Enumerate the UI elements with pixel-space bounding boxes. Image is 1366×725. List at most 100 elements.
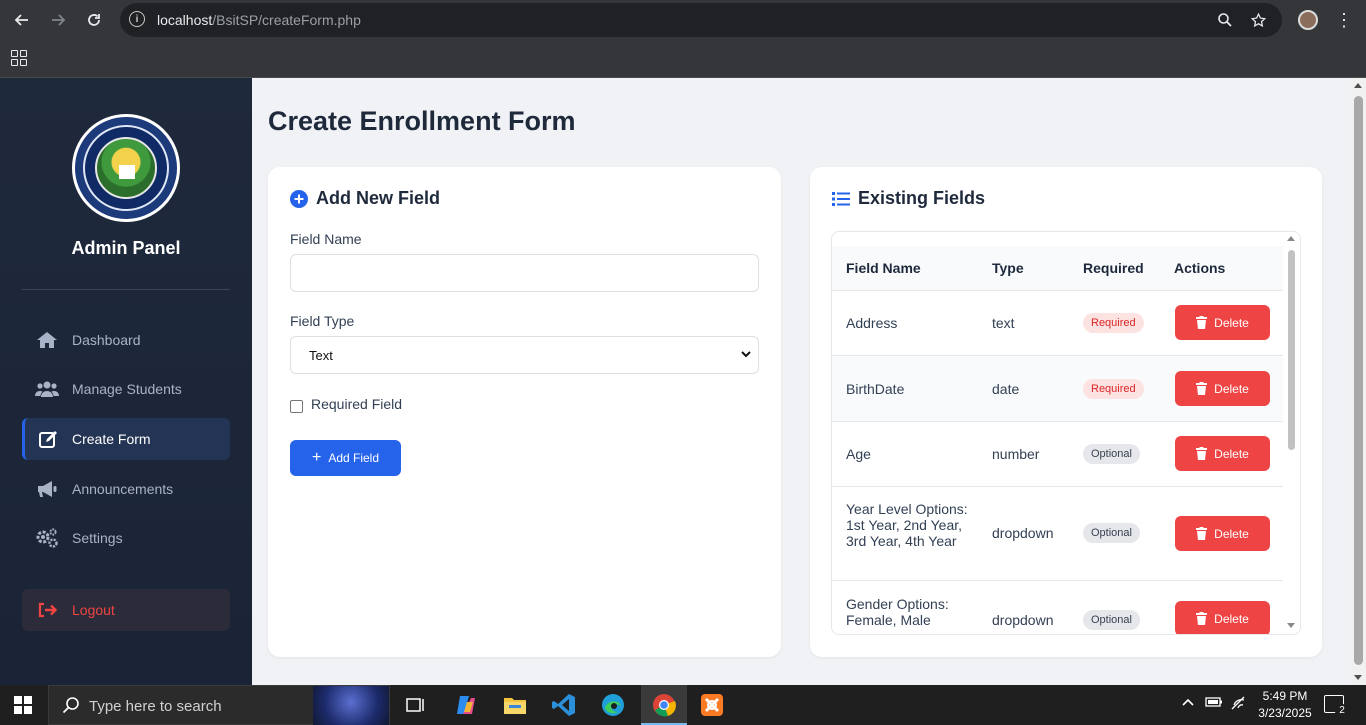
tray-chevron-up-icon[interactable] bbox=[1181, 695, 1195, 710]
status-badge: Optional bbox=[1083, 444, 1140, 464]
url-text[interactable]: localhost/BsitSP/createForm.php bbox=[157, 12, 361, 28]
delete-button-label: Delete bbox=[1214, 526, 1249, 541]
delete-button[interactable]: Delete bbox=[1175, 516, 1270, 551]
forward-icon[interactable] bbox=[46, 8, 70, 32]
add-field-button-label: Add Field bbox=[328, 451, 380, 465]
menu-kebab-icon[interactable]: ⋮ bbox=[1334, 8, 1354, 32]
page-scrollbar-thumb[interactable] bbox=[1354, 96, 1363, 665]
megaphone-icon bbox=[22, 480, 72, 498]
field-name-cell: Gender Options: Female, Male bbox=[846, 596, 949, 628]
sidebar-item-label: Dashboard bbox=[72, 332, 141, 348]
logout-button[interactable]: Logout bbox=[22, 589, 230, 631]
field-type-value: Text bbox=[309, 347, 333, 363]
delete-button[interactable]: Delete bbox=[1175, 436, 1270, 471]
sidebar-item-settings[interactable]: Settings bbox=[22, 517, 230, 559]
status-badge: Required bbox=[1083, 313, 1144, 333]
system-clock[interactable]: 5:49 PM 3/23/2025 bbox=[1254, 688, 1316, 722]
required-checkbox-label: Required Field bbox=[311, 396, 403, 412]
vscode-icon[interactable] bbox=[550, 691, 578, 719]
delete-button[interactable]: Delete bbox=[1175, 601, 1270, 634]
home-icon bbox=[22, 331, 72, 349]
back-icon[interactable] bbox=[10, 8, 34, 32]
list-icon bbox=[832, 191, 850, 207]
column-header: Required bbox=[1083, 260, 1144, 276]
chrome-icon[interactable] bbox=[650, 691, 678, 719]
required-checkbox[interactable] bbox=[290, 400, 303, 413]
add-field-button[interactable]: + Add Field bbox=[290, 440, 401, 476]
field-name-cell: BirthDate bbox=[846, 381, 905, 397]
battery-icon[interactable] bbox=[1203, 695, 1223, 712]
delete-button-label: Delete bbox=[1214, 315, 1249, 330]
delete-button[interactable]: Delete bbox=[1175, 371, 1270, 406]
table-row: BirthDate date Required Delete bbox=[832, 356, 1285, 422]
sidebar-item-label: Announcements bbox=[72, 481, 174, 497]
file-explorer-icon[interactable] bbox=[501, 691, 529, 719]
chevron-down-icon bbox=[740, 348, 752, 363]
edge-icon[interactable] bbox=[599, 691, 627, 719]
search-icon bbox=[61, 695, 81, 720]
existing-fields-heading: Existing Fields bbox=[832, 188, 985, 209]
search-highlight-image bbox=[313, 686, 389, 725]
bookmark-star-icon[interactable] bbox=[1248, 10, 1268, 30]
delete-button-label: Delete bbox=[1214, 611, 1249, 626]
plus-icon: + bbox=[311, 449, 322, 466]
field-name-cell: Address bbox=[846, 315, 898, 331]
field-type-cell: date bbox=[992, 381, 1020, 397]
zoom-icon[interactable] bbox=[1215, 10, 1235, 30]
delete-button-label: Delete bbox=[1214, 381, 1249, 396]
existing-fields-heading-text: Existing Fields bbox=[858, 188, 986, 208]
sidebar-item-dashboard[interactable]: Dashboard bbox=[22, 319, 230, 361]
site-info-icon[interactable]: i bbox=[129, 11, 145, 27]
fields-table-container[interactable]: Field Name Type Required Actions Address… bbox=[831, 231, 1301, 635]
field-type-select[interactable]: Text bbox=[290, 336, 759, 374]
profile-avatar[interactable] bbox=[1298, 10, 1318, 30]
sidebar-item-label: Create Form bbox=[72, 431, 151, 447]
sidebar-item-manage-students[interactable]: Manage Students bbox=[22, 368, 230, 410]
add-field-card: Add New Field Field Name Field Type Text… bbox=[268, 167, 781, 657]
trash-icon bbox=[1196, 447, 1208, 460]
notification-count: 2 bbox=[1335, 704, 1349, 718]
column-header: Type bbox=[992, 260, 1024, 276]
taskbar-search[interactable]: Type here to search bbox=[48, 685, 390, 725]
copilot-icon[interactable] bbox=[452, 691, 480, 719]
table-scrollbar[interactable] bbox=[1283, 232, 1300, 634]
field-type-cell: dropdown bbox=[992, 525, 1054, 541]
column-header: Field Name bbox=[846, 260, 921, 276]
sidebar: Admin Panel Dashboard Manage Students Cr… bbox=[0, 78, 252, 685]
page-title: Create Enrollment Form bbox=[268, 106, 576, 136]
edit-icon bbox=[25, 430, 72, 448]
task-view-icon[interactable] bbox=[402, 691, 430, 719]
existing-fields-card: Existing Fields Field Name Type Required… bbox=[810, 167, 1322, 657]
delete-button[interactable]: Delete bbox=[1175, 305, 1270, 340]
address-bar[interactable]: i localhost/BsitSP/createForm.php bbox=[120, 3, 1282, 37]
windows-taskbar: Type here to search 5:49 PM 3/23/2025 2 bbox=[0, 685, 1366, 725]
field-type-cell: text bbox=[992, 315, 1015, 331]
fields-table: Field Name Type Required Actions Address… bbox=[832, 246, 1285, 634]
sidebar-item-create-form[interactable]: Create Form bbox=[22, 418, 230, 460]
field-name-cell: Age bbox=[846, 446, 871, 462]
field-name-input[interactable] bbox=[290, 254, 759, 292]
apps-grid-icon[interactable] bbox=[11, 50, 27, 66]
add-field-heading: Add New Field bbox=[290, 188, 440, 209]
trash-icon bbox=[1196, 527, 1208, 540]
logout-label: Logout bbox=[72, 602, 115, 618]
sidebar-item-announcements[interactable]: Announcements bbox=[22, 468, 230, 510]
wifi-icon[interactable] bbox=[1230, 695, 1248, 714]
table-row: Age number Optional Delete bbox=[832, 422, 1285, 487]
xampp-icon[interactable] bbox=[698, 691, 726, 719]
field-type-cell: number bbox=[992, 446, 1040, 462]
status-badge: Required bbox=[1083, 379, 1144, 399]
table-scrollbar-thumb[interactable] bbox=[1288, 250, 1295, 450]
plus-circle-icon bbox=[290, 189, 308, 208]
sidebar-divider bbox=[22, 289, 230, 290]
sidebar-title: Admin Panel bbox=[71, 238, 181, 258]
table-row: Year Level Options: 1st Year, 2nd Year, … bbox=[832, 487, 1285, 581]
windows-start-icon[interactable] bbox=[14, 696, 32, 714]
sidebar-item-label: Manage Students bbox=[72, 381, 182, 397]
bsit-logo bbox=[72, 114, 180, 222]
users-icon bbox=[22, 380, 72, 398]
status-badge: Optional bbox=[1083, 523, 1140, 543]
clock-date: 3/23/2025 bbox=[1258, 706, 1312, 720]
reload-icon[interactable] bbox=[82, 8, 106, 32]
page-scrollbar[interactable] bbox=[1351, 78, 1366, 685]
